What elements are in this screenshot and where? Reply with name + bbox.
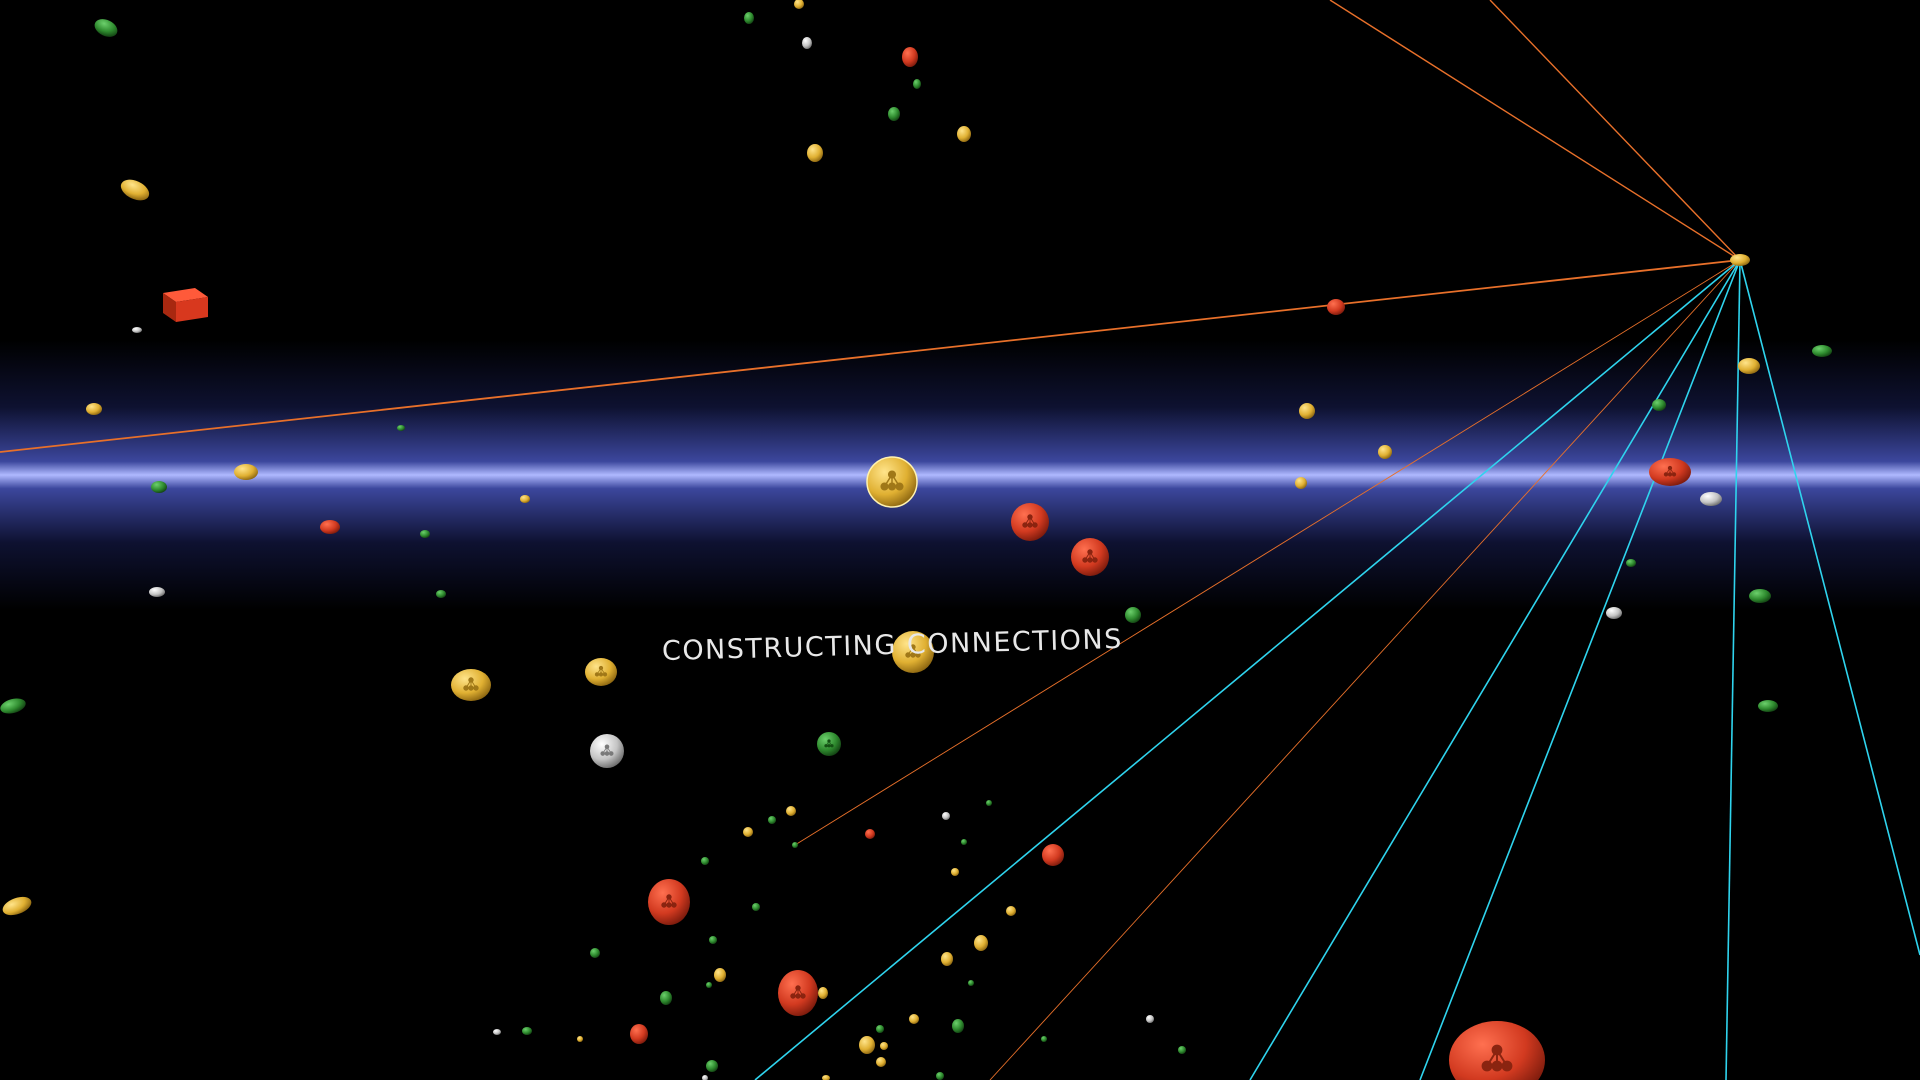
connection-line xyxy=(0,259,1741,453)
node-dot[interactable] xyxy=(0,696,27,716)
node-dot[interactable] xyxy=(493,1029,501,1035)
node-dot[interactable] xyxy=(768,816,776,824)
node-dot[interactable] xyxy=(151,481,167,493)
node-dot[interactable] xyxy=(1041,1036,1047,1042)
node-dot[interactable] xyxy=(902,47,918,67)
node-dot[interactable] xyxy=(320,520,340,534)
node-dot[interactable] xyxy=(792,842,798,848)
node-dot[interactable] xyxy=(909,1014,919,1024)
node[interactable] xyxy=(590,734,624,768)
node-dot[interactable] xyxy=(1700,492,1722,506)
node-dot[interactable] xyxy=(0,893,34,918)
node[interactable] xyxy=(1071,538,1109,576)
node-dot[interactable] xyxy=(420,530,430,538)
node-dot[interactable] xyxy=(660,991,672,1005)
node-dot[interactable] xyxy=(234,464,258,480)
node-dot[interactable] xyxy=(1006,906,1016,916)
node[interactable] xyxy=(648,879,690,925)
small-nodes xyxy=(0,0,1832,1080)
node[interactable] xyxy=(1011,503,1049,541)
node-dot[interactable] xyxy=(1295,477,1307,489)
node-dot[interactable] xyxy=(397,425,405,431)
node-dot[interactable] xyxy=(1327,299,1345,315)
node-dot[interactable] xyxy=(1042,844,1064,866)
node-dot[interactable] xyxy=(936,1072,944,1080)
connection-line xyxy=(1329,0,1741,261)
node-dot[interactable] xyxy=(1299,403,1315,419)
node-dot[interactable] xyxy=(630,1024,648,1044)
node-dot[interactable] xyxy=(913,79,921,89)
node[interactable] xyxy=(451,669,491,701)
node-dot[interactable] xyxy=(743,827,753,837)
node-dot[interactable] xyxy=(941,952,953,966)
connection-lines xyxy=(0,0,1920,1080)
node-dot[interactable] xyxy=(714,968,726,982)
node-dot[interactable] xyxy=(709,936,717,944)
node-dot[interactable] xyxy=(1146,1015,1154,1023)
connection-line xyxy=(989,259,1741,1080)
node-dot[interactable] xyxy=(822,1075,830,1080)
node-dot[interactable] xyxy=(752,903,760,911)
node-dot[interactable] xyxy=(876,1025,884,1033)
node-dot[interactable] xyxy=(118,176,153,205)
node-dot[interactable] xyxy=(1812,345,1832,357)
node-dot[interactable] xyxy=(1758,700,1778,712)
node-dot[interactable] xyxy=(1178,1046,1186,1054)
node[interactable] xyxy=(1649,458,1691,486)
node-dot[interactable] xyxy=(794,0,804,9)
hub-node[interactable] xyxy=(1730,254,1750,266)
node-dot[interactable] xyxy=(951,868,959,876)
node-dot[interactable] xyxy=(706,982,712,988)
node-dot[interactable] xyxy=(1749,589,1771,603)
connection-line xyxy=(1419,259,1741,1080)
node-dot[interactable] xyxy=(986,800,992,806)
node-dot[interactable] xyxy=(818,987,828,999)
node-dot[interactable] xyxy=(865,829,875,839)
node-dot[interactable] xyxy=(957,126,971,142)
node[interactable] xyxy=(585,658,617,686)
node-dot[interactable] xyxy=(702,1075,708,1080)
node-dot[interactable] xyxy=(86,403,102,415)
node-dot[interactable] xyxy=(876,1057,886,1067)
node-dot[interactable] xyxy=(888,107,900,121)
connection-line xyxy=(1725,259,1741,1080)
node-dot[interactable] xyxy=(149,587,165,597)
node-dot[interactable] xyxy=(802,37,812,49)
node-dot[interactable] xyxy=(1652,399,1666,411)
node-dot[interactable] xyxy=(961,839,967,845)
node-dot[interactable] xyxy=(132,327,142,333)
node-dot[interactable] xyxy=(92,16,121,41)
node-dot[interactable] xyxy=(952,1019,964,1033)
node-dot[interactable] xyxy=(786,806,796,816)
connection-line xyxy=(1739,259,1920,956)
node-dot[interactable] xyxy=(1125,607,1141,623)
node-dot[interactable] xyxy=(859,1036,875,1054)
node[interactable] xyxy=(866,456,918,508)
node[interactable] xyxy=(817,732,841,756)
node-dot[interactable] xyxy=(701,857,709,865)
node-dot[interactable] xyxy=(590,948,600,958)
node-dot[interactable] xyxy=(1738,358,1760,374)
network-scene[interactable] xyxy=(0,0,1920,1080)
node-dot[interactable] xyxy=(880,1042,888,1050)
connection-line xyxy=(1249,259,1741,1080)
node-dot[interactable] xyxy=(522,1027,532,1035)
node-dot[interactable] xyxy=(744,12,754,24)
connection-line xyxy=(1489,0,1741,261)
node[interactable] xyxy=(1449,1021,1545,1080)
node-dot[interactable] xyxy=(974,935,988,951)
node-dot[interactable] xyxy=(577,1036,583,1042)
node-dot[interactable] xyxy=(520,495,530,503)
node-dot[interactable] xyxy=(1606,607,1622,619)
node-dot[interactable] xyxy=(807,144,823,162)
node-dot[interactable] xyxy=(436,590,446,598)
node-dot[interactable] xyxy=(1626,559,1636,567)
node-dot[interactable] xyxy=(942,812,950,820)
cube-icon[interactable] xyxy=(163,288,208,322)
node-dot[interactable] xyxy=(706,1060,718,1072)
node-dot[interactable] xyxy=(1378,445,1392,459)
node[interactable] xyxy=(778,970,818,1016)
node-dot[interactable] xyxy=(968,980,974,986)
